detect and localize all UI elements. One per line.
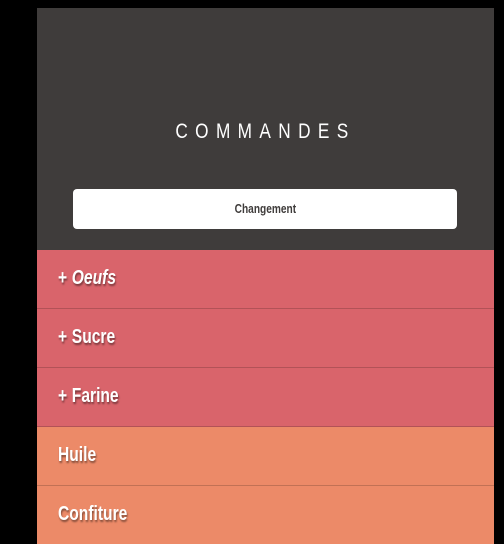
change-button-label: Changement — [234, 201, 296, 216]
list-item-confiture[interactable]: Confiture — [37, 486, 494, 544]
plus-icon: + — [58, 267, 68, 289]
list-item-sucre[interactable]: + Sucre — [37, 309, 494, 368]
list-item-farine[interactable]: + Farine — [37, 368, 494, 427]
list-item-huile[interactable]: Huile — [37, 427, 494, 486]
list-item-label: + Farine — [58, 383, 119, 409]
order-list: + Oeufs + Sucre + Farine Huile Confiture — [37, 250, 494, 544]
page-title: COMMANDES — [175, 120, 356, 143]
item-name: Huile — [58, 444, 97, 466]
page-bottom-strip — [0, 544, 504, 558]
plus-icon: + — [58, 385, 68, 407]
plus-icon: + — [58, 326, 68, 348]
list-item-label: + Sucre — [58, 324, 115, 350]
item-name: Sucre — [71, 326, 116, 348]
list-item-label: Huile — [58, 442, 96, 468]
orders-panel: COMMANDES Changement + Oeufs + Sucre + Fari… — [37, 8, 494, 544]
change-button[interactable]: Changement — [73, 189, 457, 229]
item-name: Farine — [71, 385, 119, 407]
item-name: Confiture — [58, 503, 128, 525]
panel-header: COMMANDES Changement — [37, 8, 494, 250]
list-item-label: Confiture — [58, 501, 127, 527]
list-item-label: + Oeufs — [58, 265, 116, 291]
list-item-oeufs[interactable]: + Oeufs — [37, 250, 494, 309]
item-name: Oeufs — [71, 267, 117, 289]
